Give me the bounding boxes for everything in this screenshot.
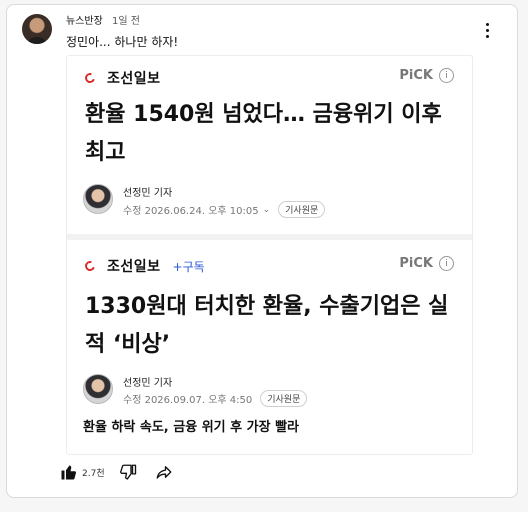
article-meta: 수정 2026.09.07. 오후 4:50 기사원문 bbox=[123, 390, 308, 407]
press-header-2: 조선일보 +구독 bbox=[83, 256, 205, 276]
info-icon: i bbox=[439, 256, 454, 271]
channel-avatar[interactable] bbox=[22, 14, 52, 44]
reporter-photo bbox=[83, 184, 113, 214]
press-logo-icon bbox=[83, 259, 97, 273]
press-name: 조선일보 bbox=[107, 71, 161, 87]
post-time[interactable]: 1일 전 bbox=[112, 12, 140, 27]
pick-badge: PiCK i bbox=[399, 256, 454, 271]
original-article-button: 기사원문 bbox=[278, 201, 326, 218]
reporter-photo bbox=[83, 374, 113, 404]
pick-label: PiCK bbox=[399, 256, 433, 271]
original-article-button: 기사원문 bbox=[260, 390, 308, 407]
reporter-name: 선정민 기자 bbox=[123, 188, 173, 199]
share-icon[interactable] bbox=[155, 463, 173, 481]
headline-2: 1330원대 터치한 환율, 수출기업은 실적 ‘비상’ bbox=[85, 294, 449, 357]
action-bar: 2.7천 bbox=[60, 463, 173, 481]
edited-time: 수정 2026.06.24. 오후 10:05 bbox=[123, 206, 259, 217]
article-caption: 환율 하락 속도, 금융 위기 후 가장 빨라 bbox=[83, 420, 300, 435]
press-logo-icon bbox=[83, 71, 97, 85]
more-options-icon[interactable] bbox=[486, 23, 490, 38]
press-header-1: 조선일보 bbox=[83, 68, 161, 88]
post-text: 정민아... 하나만 하자! bbox=[66, 35, 179, 49]
pick-badge: PiCK i bbox=[399, 68, 454, 83]
reporter-name: 선정민 기자 bbox=[123, 378, 173, 389]
info-icon: i bbox=[439, 68, 454, 83]
edited-time: 수정 2026.09.07. 오후 4:50 bbox=[123, 395, 253, 406]
chevron-down-icon: ⌄ bbox=[262, 204, 271, 215]
press-name: 조선일보 bbox=[107, 259, 161, 275]
headline-1: 환율 1540원 넘었다… 금융위기 이후 최고 bbox=[85, 102, 442, 165]
article-meta: 수정 2026.06.24. 오후 10:05 ⌄ 기사원문 bbox=[123, 201, 326, 218]
subscribe-button: +구독 bbox=[172, 259, 205, 274]
author-name[interactable]: 뉴스반장 bbox=[66, 12, 103, 27]
thumbs-down-icon[interactable] bbox=[119, 463, 137, 481]
pick-label: PiCK bbox=[399, 68, 433, 83]
like-count: 2.7천 bbox=[82, 468, 105, 479]
attached-image[interactable]: 조선일보 PiCK i 환율 1540원 넘었다… 금융위기 이후 최고 선정민… bbox=[66, 55, 473, 455]
thumbs-up-icon[interactable] bbox=[60, 463, 78, 481]
divider bbox=[67, 234, 472, 240]
